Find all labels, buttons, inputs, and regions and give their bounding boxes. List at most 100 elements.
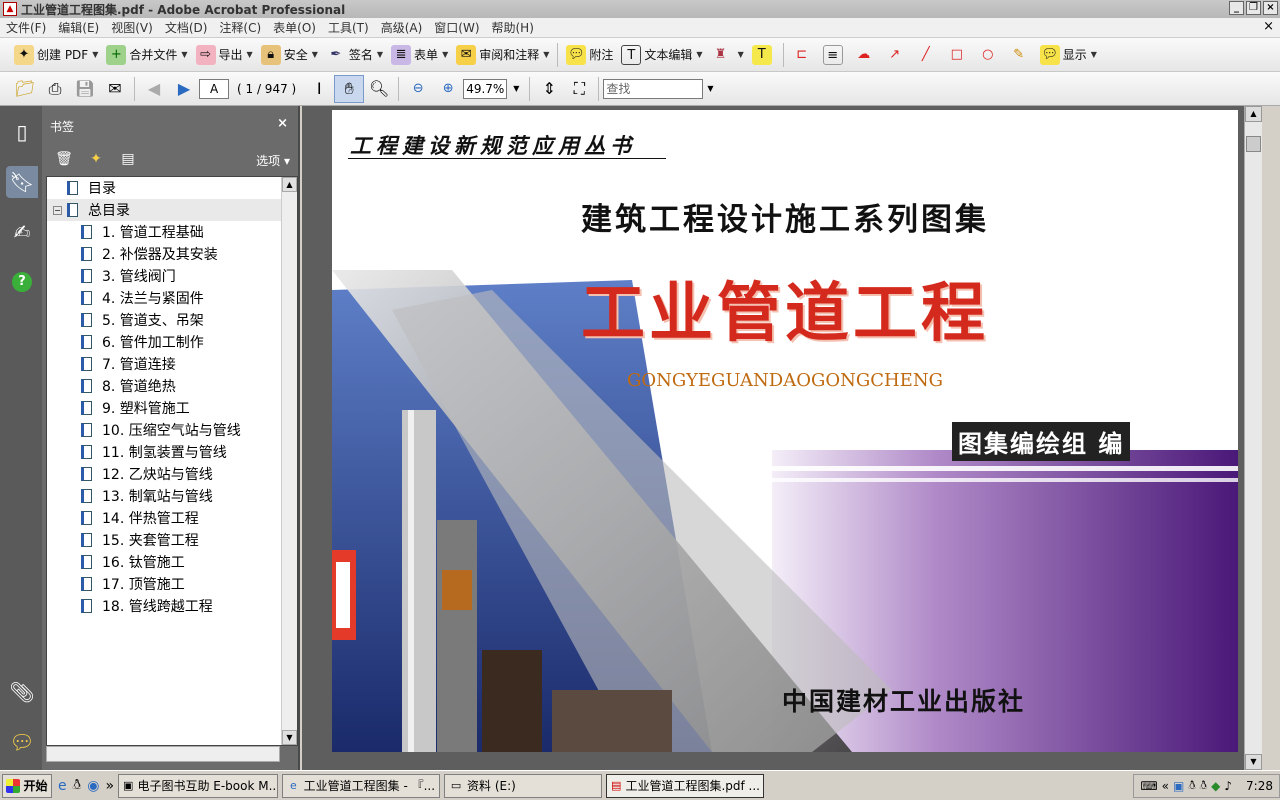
callout-button[interactable]: ⊏	[788, 41, 819, 69]
fit-page-icon[interactable]: ⛶	[564, 75, 594, 103]
network-icon[interactable]: ▣	[1173, 779, 1184, 793]
menu-document[interactable]: 文档(D)	[159, 19, 214, 36]
email-icon[interactable]: ✉	[100, 75, 130, 103]
keyboard-icon[interactable]: ⌨	[1140, 779, 1157, 793]
export-button[interactable]: ⇨ 导出 ▼	[192, 41, 257, 69]
close-panel-icon[interactable]: ×	[277, 116, 288, 131]
bookmark-item[interactable]: 4. 法兰与紧固件	[47, 287, 297, 309]
select-text-icon[interactable]: I	[304, 75, 334, 103]
bookmarks-icon[interactable]: 🔖︎	[6, 166, 38, 198]
bookmark-item[interactable]: − 总目录	[47, 199, 297, 221]
cloud-button[interactable]: ☁	[850, 41, 881, 69]
bookmark-item[interactable]: 3. 管线阀门	[47, 265, 297, 287]
hand-tool-icon[interactable]: ✋︎	[334, 74, 365, 103]
menu-forms[interactable]: 表单(O)	[267, 19, 322, 36]
save-icon[interactable]: 💾︎	[70, 75, 100, 103]
expand-bookmark-icon[interactable]: ▤	[118, 149, 138, 169]
next-page-icon[interactable]: ▶	[169, 75, 199, 103]
task-drive[interactable]: ▭ 资料 (E:)	[444, 773, 603, 798]
menu-window[interactable]: 窗口(W)	[428, 19, 485, 36]
open-folder-icon[interactable]: 📁︎	[10, 75, 40, 103]
comments-icon[interactable]: 💬︎	[6, 726, 38, 758]
line-button[interactable]: ╱	[912, 41, 943, 69]
options-menu[interactable]: 选项 ▾	[256, 152, 290, 169]
menu-view[interactable]: 视图(V)	[105, 19, 159, 36]
stamp-button[interactable]: ♜ ▼	[707, 41, 748, 69]
signatures-icon[interactable]: ✍	[6, 216, 38, 248]
text-edit-button[interactable]: T 文本编辑 ▼	[617, 41, 706, 69]
search-input[interactable]: 查找	[603, 78, 704, 99]
qq-tray-icon[interactable]: 🐧︎	[1188, 778, 1195, 794]
bookmarks-hscrollbar[interactable]	[46, 746, 280, 762]
menu-file[interactable]: 文件(F)	[0, 19, 52, 36]
bookmarks-scrollbar[interactable]: ▲ ▼	[281, 177, 297, 745]
attachments-icon[interactable]: 📎︎	[6, 676, 38, 708]
note-button[interactable]: 💬︎ 附注	[562, 41, 617, 69]
create-pdf-button[interactable]: ✦ 创建 PDF ▼	[10, 41, 102, 69]
menu-comments[interactable]: 注释(C)	[213, 19, 267, 36]
task-ebook[interactable]: ▣ 电子图书互助 E-book M...	[118, 773, 279, 798]
ie-icon[interactable]: e	[58, 778, 67, 794]
volume-icon[interactable]: ♪	[1224, 779, 1232, 793]
more-icon[interactable]: »	[105, 778, 114, 794]
tray-expand-icon[interactable]: «	[1162, 779, 1169, 793]
bookmark-item[interactable]: 9. 塑料管施工	[47, 397, 297, 419]
bookmark-item[interactable]: 2. 补偿器及其安装	[47, 243, 297, 265]
zoom-input[interactable]: 49.7%	[463, 78, 508, 99]
show-button[interactable]: 💬︎ 显示 ▼	[1036, 41, 1101, 69]
bookmark-item[interactable]: 1. 管道工程基础	[47, 221, 297, 243]
zoom-tool-icon[interactable]: 🔍︎	[364, 75, 394, 103]
help-icon[interactable]: ?	[6, 266, 38, 298]
bookmark-item[interactable]: 10. 压缩空气站与管线	[47, 419, 297, 441]
page-number-input[interactable]: A	[199, 78, 229, 99]
close-button[interactable]: ×	[1263, 1, 1278, 15]
zoom-in-icon[interactable]: ⊕	[433, 75, 463, 103]
bookmark-item[interactable]: 17. 顶管施工	[47, 573, 297, 595]
scroll-up-icon[interactable]: ▲	[282, 177, 297, 192]
doc-scroll-down-icon[interactable]: ▼	[1245, 754, 1262, 770]
bookmark-item[interactable]: 13. 制氧站与管线	[47, 485, 297, 507]
arrow-button[interactable]: ↗	[881, 41, 912, 69]
pages-icon[interactable]: ▯	[6, 116, 38, 148]
new-bookmark-icon[interactable]: ✦	[86, 149, 106, 169]
review-comment-button[interactable]: ✉ 审阅和注释 ▼	[452, 41, 553, 69]
document-scrollbar[interactable]: ▲ ▼	[1244, 106, 1262, 770]
task-acrobat[interactable]: ▤ 工业管道工程图集.pdf ...	[606, 773, 765, 798]
zoom-out-icon[interactable]: ⊖	[403, 75, 433, 103]
textbox-button[interactable]: ≡	[819, 41, 850, 69]
menu-advanced[interactable]: 高级(A)	[375, 19, 429, 36]
bookmark-item[interactable]: 6. 管件加工制作	[47, 331, 297, 353]
bookmark-item[interactable]: 5. 管道支、吊架	[47, 309, 297, 331]
bookmark-item[interactable]: 12. 乙炔站与管线	[47, 463, 297, 485]
bookmark-item[interactable]: 7. 管道连接	[47, 353, 297, 375]
search-dropdown-icon[interactable]: ▼	[707, 84, 713, 93]
doc-scroll-up-icon[interactable]: ▲	[1245, 106, 1262, 122]
bookmark-item[interactable]: 8. 管道绝热	[47, 375, 297, 397]
menu-tools[interactable]: 工具(T)	[322, 19, 375, 36]
forms-button[interactable]: ≣ 表单 ▼	[387, 41, 452, 69]
app-icon[interactable]: ◉	[87, 778, 99, 794]
qq-icon[interactable]: 🐧︎	[73, 777, 82, 795]
sign-button[interactable]: ✒ 签名 ▼	[322, 41, 387, 69]
combine-files-button[interactable]: + 合并文件 ▼	[102, 41, 191, 69]
scroll-down-icon[interactable]: ▼	[282, 730, 297, 745]
menu-edit[interactable]: 编辑(E)	[52, 19, 105, 36]
qq-tray-icon-2[interactable]: 🐧︎	[1200, 778, 1207, 794]
minimize-button[interactable]: _	[1229, 1, 1244, 15]
bookmark-item[interactable]: 11. 制氢装置与管线	[47, 441, 297, 463]
task-explorer[interactable]: e 工业管道工程图集 - 『...	[282, 773, 441, 798]
delete-bookmark-icon[interactable]: 🗑︎	[54, 149, 74, 169]
print-icon[interactable]: ⎙	[40, 75, 70, 103]
zoom-dropdown-icon[interactable]: ▼	[513, 84, 519, 93]
bookmark-item[interactable]: 18. 管线跨越工程	[47, 595, 297, 617]
document-close-icon[interactable]: ×	[1263, 19, 1274, 34]
doc-scroll-thumb[interactable]	[1246, 136, 1261, 152]
restore-button[interactable]: ❐	[1246, 1, 1261, 15]
bookmark-item[interactable]: 15. 夹套管工程	[47, 529, 297, 551]
security-button[interactable]: 🔒︎ 安全 ▼	[257, 41, 322, 69]
start-button[interactable]: 开始	[2, 773, 52, 798]
pencil-button[interactable]: ✎	[1005, 41, 1036, 69]
bookmark-item[interactable]: 14. 伴热管工程	[47, 507, 297, 529]
shield-tray-icon[interactable]: ◆	[1211, 779, 1220, 793]
fit-width-icon[interactable]: ⇕	[534, 75, 564, 103]
